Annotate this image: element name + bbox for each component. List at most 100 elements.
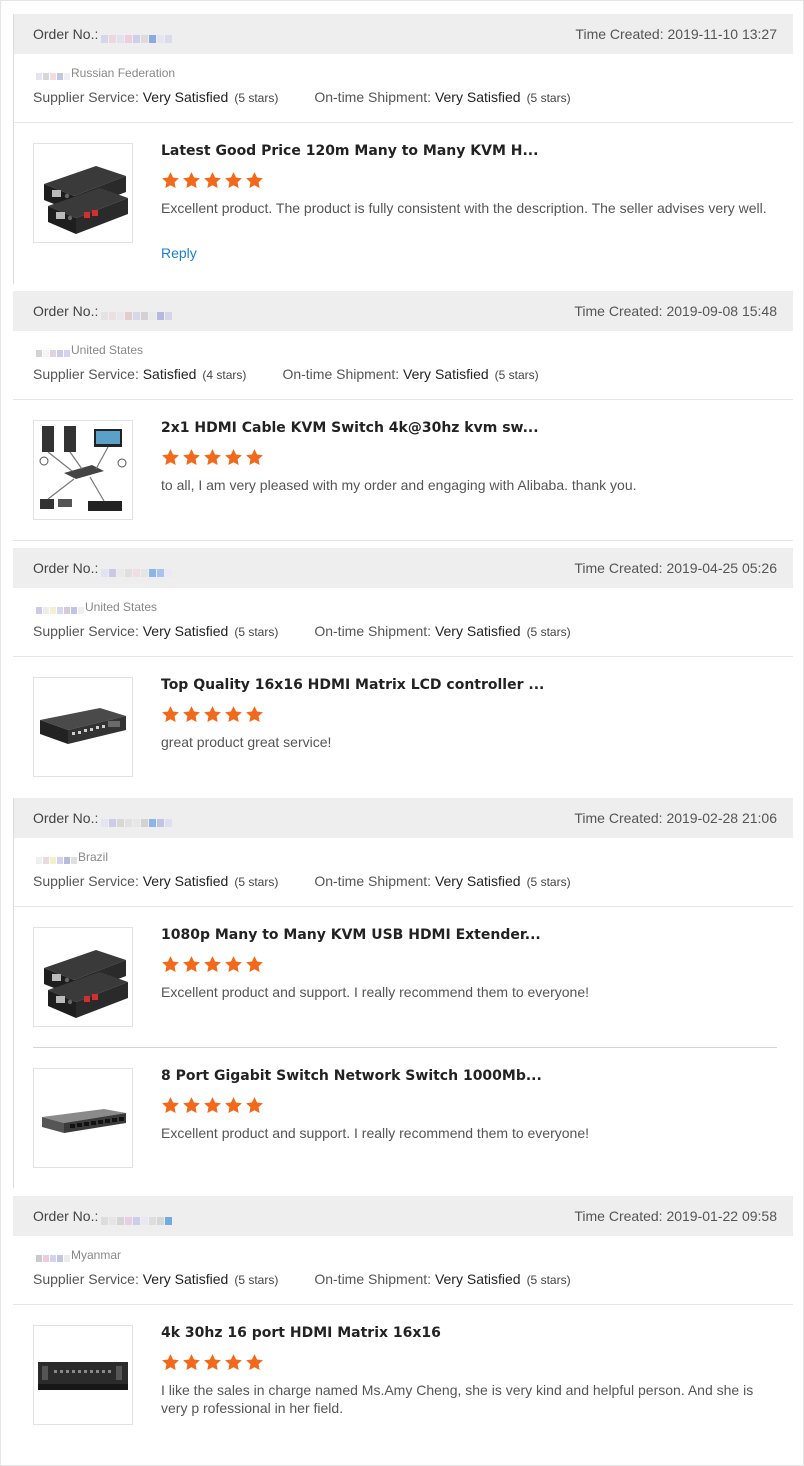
product-name[interactable]: Top Quality 16x16 HDMI Matrix LCD contro… bbox=[161, 677, 544, 693]
time-created: Time Created: 2019-09-08 15:48 bbox=[574, 303, 777, 319]
star-icon bbox=[225, 172, 242, 189]
order-number: Order No.: bbox=[33, 303, 173, 321]
star-icon bbox=[162, 706, 179, 723]
star-icon bbox=[183, 172, 200, 189]
review-item: 2x1 HDMI Cable KVM Switch 4k@30hz kvm sw… bbox=[33, 420, 793, 520]
kvm-switch-diagram-icon[interactable] bbox=[33, 420, 133, 520]
time-created: Time Created: 2019-01-22 09:58 bbox=[574, 1208, 777, 1224]
review-card: Order No.: Time Created: 2019-02-28 21:0… bbox=[13, 798, 793, 1188]
star-icon bbox=[183, 1354, 200, 1371]
star-icon bbox=[183, 1097, 200, 1114]
review-comment: to all, I am very pleased with my order … bbox=[161, 477, 637, 493]
rating-stars bbox=[161, 171, 266, 191]
star-icon bbox=[246, 449, 263, 466]
star-icon bbox=[162, 449, 179, 466]
masked-order-id bbox=[101, 1212, 173, 1226]
rating-stars bbox=[161, 705, 266, 725]
review-comment: Excellent product. The product is fully … bbox=[161, 200, 767, 216]
rack-matrix-icon[interactable] bbox=[33, 1325, 133, 1425]
star-icon bbox=[225, 1097, 242, 1114]
star-icon bbox=[162, 956, 179, 973]
masked-buyer-name bbox=[36, 1251, 71, 1262]
product-name[interactable]: 8 Port Gigabit Switch Network Switch 100… bbox=[161, 1068, 542, 1084]
star-icon bbox=[225, 956, 242, 973]
kvm-extender-icon[interactable] bbox=[33, 927, 133, 1027]
ratings-row: Supplier Service: Very Satisfied (5 stars… bbox=[33, 873, 571, 889]
masked-buyer-name bbox=[36, 346, 71, 357]
star-icon bbox=[225, 706, 242, 723]
masked-buyer-name bbox=[36, 69, 71, 80]
star-icon bbox=[183, 956, 200, 973]
ratings-row: Supplier Service: Very Satisfied (5 stars… bbox=[33, 1271, 571, 1287]
review-comment: Excellent product and support. I really … bbox=[161, 984, 589, 1000]
review-item: 1080p Many to Many KVM USB HDMI Extender… bbox=[33, 927, 793, 1027]
review-card: Order No.: Time Created: 2019-09-08 15:4… bbox=[13, 291, 793, 541]
review-comment: great product great service! bbox=[161, 734, 332, 750]
reviews-page: Order No.: Time Created: 2019-11-10 13:2… bbox=[0, 0, 804, 1466]
ratings-row: Supplier Service: Very Satisfied (5 stars… bbox=[33, 623, 571, 639]
star-icon bbox=[246, 956, 263, 973]
product-name[interactable]: 4k 30hz 16 port HDMI Matrix 16x16 bbox=[161, 1325, 441, 1341]
time-created: Time Created: 2019-11-10 13:27 bbox=[575, 26, 777, 42]
reply-link[interactable]: Reply bbox=[161, 245, 197, 261]
product-name[interactable]: Latest Good Price 120m Many to Many KVM … bbox=[161, 143, 538, 159]
product-name[interactable]: 1080p Many to Many KVM USB HDMI Extender… bbox=[161, 927, 541, 943]
review-comment: Excellent product and support. I really … bbox=[161, 1125, 589, 1141]
review-comment: I like the sales in charge named Ms.Amy … bbox=[161, 1382, 754, 1416]
star-icon bbox=[246, 172, 263, 189]
star-icon bbox=[162, 1354, 179, 1371]
rating-stars bbox=[161, 1353, 266, 1373]
masked-order-id bbox=[101, 814, 173, 828]
review-item: Latest Good Price 120m Many to Many KVM … bbox=[33, 143, 793, 273]
buyer-location: Brazil bbox=[33, 850, 108, 864]
masked-order-id bbox=[101, 307, 173, 321]
star-icon bbox=[246, 706, 263, 723]
order-number: Order No.: bbox=[33, 26, 173, 44]
masked-buyer-name bbox=[36, 853, 78, 864]
hdmi-matrix-icon[interactable] bbox=[33, 677, 133, 777]
review-header: Order No.: Time Created: 2019-01-22 09:5… bbox=[13, 1196, 793, 1236]
review-card: Order No.: Time Created: 2019-11-10 13:2… bbox=[13, 14, 793, 284]
star-icon bbox=[183, 706, 200, 723]
star-icon bbox=[162, 1097, 179, 1114]
star-icon bbox=[183, 449, 200, 466]
star-icon bbox=[162, 172, 179, 189]
time-created: Time Created: 2019-02-28 21:06 bbox=[574, 810, 777, 826]
product-name[interactable]: 2x1 HDMI Cable KVM Switch 4k@30hz kvm sw… bbox=[161, 420, 539, 436]
rating-stars bbox=[161, 1096, 266, 1116]
buyer-location: Russian Federation bbox=[33, 66, 175, 80]
masked-buyer-name bbox=[36, 603, 85, 614]
time-created: Time Created: 2019-04-25 05:26 bbox=[574, 560, 777, 576]
star-icon bbox=[204, 1354, 221, 1371]
masked-order-id bbox=[101, 30, 173, 44]
rating-stars bbox=[161, 955, 266, 975]
star-icon bbox=[225, 449, 242, 466]
star-icon bbox=[246, 1097, 263, 1114]
ratings-row: Supplier Service: Very Satisfied (5 stars… bbox=[33, 89, 571, 105]
star-icon bbox=[204, 449, 221, 466]
review-item: 8 Port Gigabit Switch Network Switch 100… bbox=[33, 1068, 793, 1168]
network-switch-icon[interactable] bbox=[33, 1068, 133, 1168]
star-icon bbox=[204, 172, 221, 189]
review-card: Order No.: Time Created: 2019-04-25 05:2… bbox=[13, 548, 793, 798]
star-icon bbox=[204, 956, 221, 973]
kvm-extender-icon[interactable] bbox=[33, 143, 133, 243]
star-icon bbox=[204, 706, 221, 723]
order-number: Order No.: bbox=[33, 810, 173, 828]
order-number: Order No.: bbox=[33, 560, 173, 578]
review-item: 4k 30hz 16 port HDMI Matrix 16x16 I like… bbox=[33, 1325, 793, 1425]
masked-order-id bbox=[101, 564, 173, 578]
ratings-row: Supplier Service: Satisfied (4 stars) On-t… bbox=[33, 366, 539, 382]
star-icon bbox=[204, 1097, 221, 1114]
rating-stars bbox=[161, 448, 266, 468]
review-header: Order No.: Time Created: 2019-11-10 13:2… bbox=[13, 14, 793, 54]
buyer-location: United States bbox=[33, 600, 157, 614]
review-item: Top Quality 16x16 HDMI Matrix LCD contro… bbox=[33, 677, 793, 777]
order-number: Order No.: bbox=[33, 1208, 173, 1226]
review-card: Order No.: Time Created: 2019-01-22 09:5… bbox=[13, 1196, 793, 1451]
review-header: Order No.: Time Created: 2019-02-28 21:0… bbox=[13, 798, 793, 838]
review-header: Order No.: Time Created: 2019-09-08 15:4… bbox=[13, 291, 793, 331]
review-header: Order No.: Time Created: 2019-04-25 05:2… bbox=[13, 548, 793, 588]
buyer-location: Myanmar bbox=[33, 1248, 121, 1262]
buyer-location: United States bbox=[33, 343, 143, 357]
